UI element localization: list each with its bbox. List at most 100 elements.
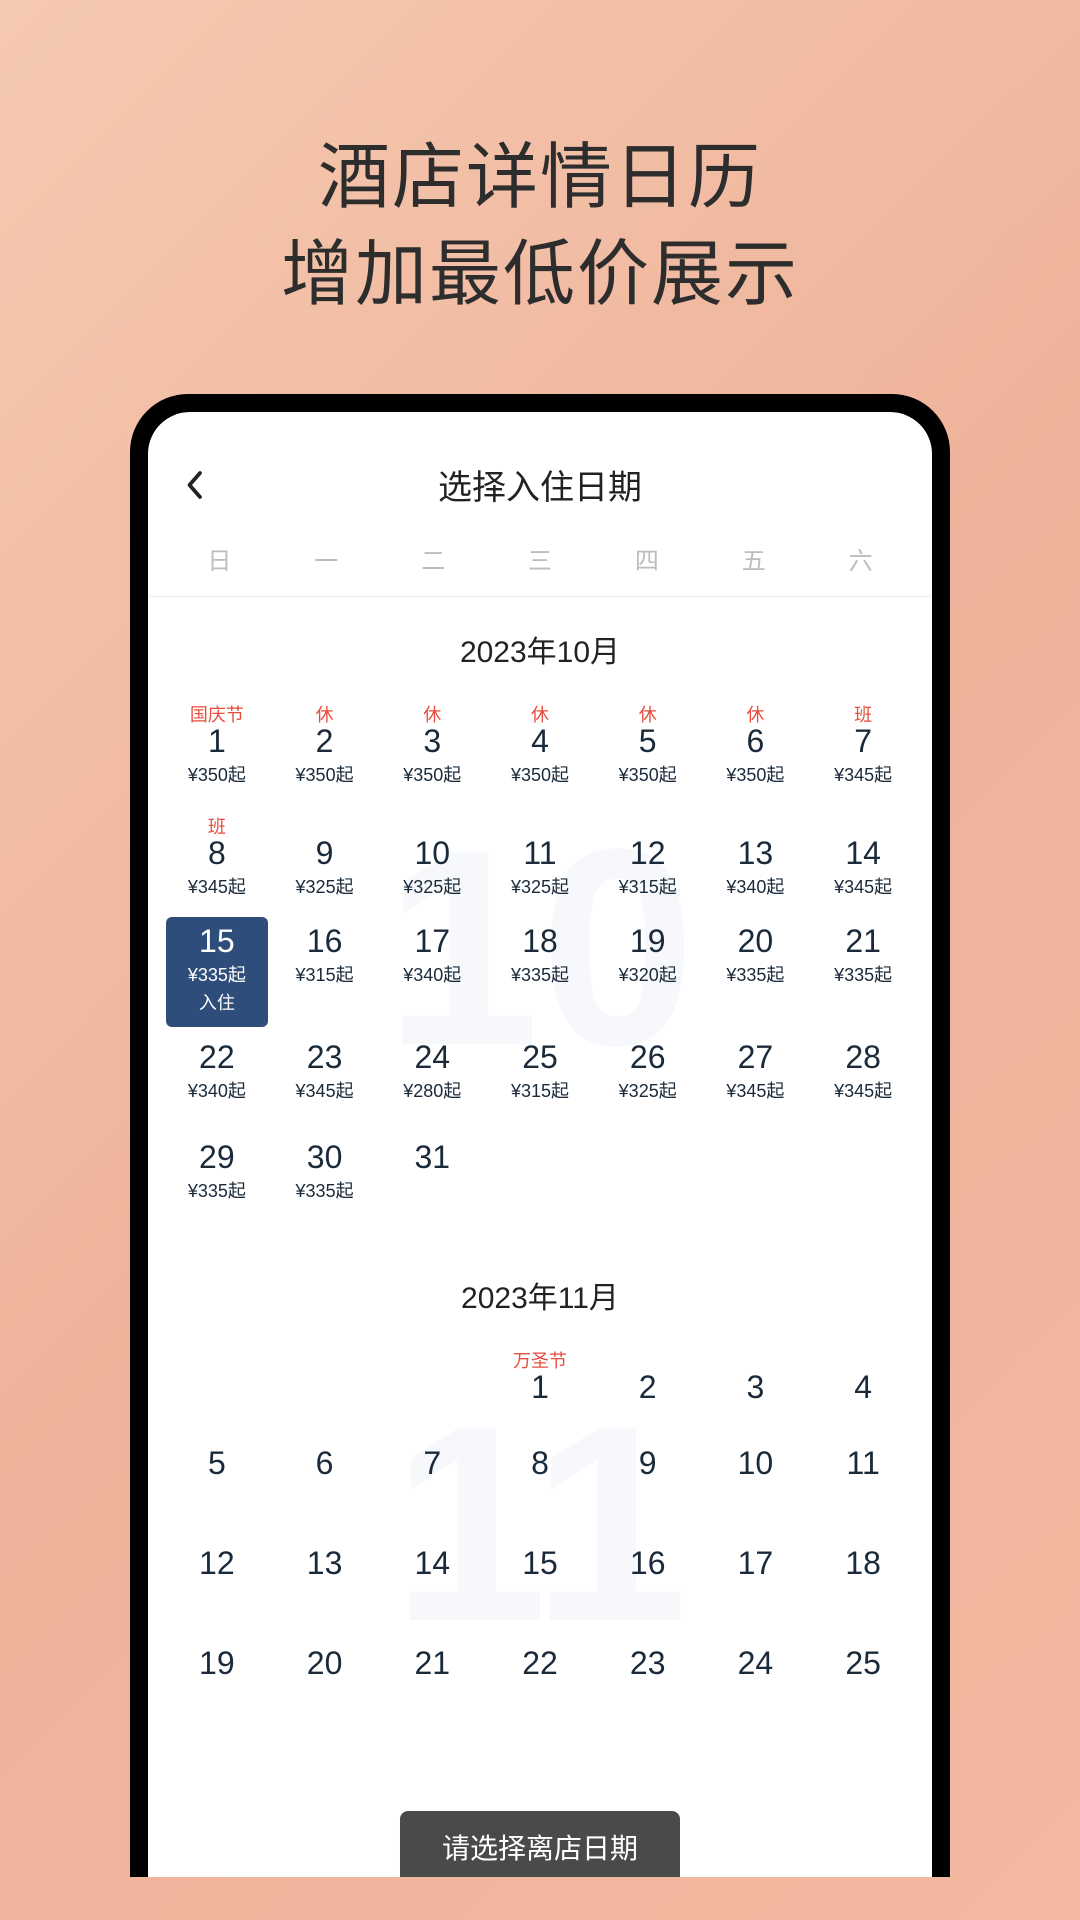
day-number: 18 (845, 1547, 881, 1579)
day-cell[interactable]: 19¥320起 (597, 917, 699, 1027)
day-cell[interactable]: .11¥325起 (489, 805, 591, 911)
day-cell[interactable]: 25¥315起 (489, 1033, 591, 1127)
day-price: ¥340起 (726, 873, 784, 899)
day-cell[interactable]: .3 (705, 1339, 807, 1433)
day-number: 31 (414, 1141, 450, 1173)
day-cell[interactable]: 6 (274, 1439, 376, 1533)
day-number: 10 (738, 1447, 774, 1479)
day-cell[interactable]: 29¥335起 (166, 1133, 268, 1227)
day-cell[interactable]: 17 (705, 1539, 807, 1633)
day-cell[interactable]: 休6¥350起 (705, 693, 807, 799)
day-cell[interactable]: 30¥335起 (274, 1133, 376, 1227)
day-cell[interactable]: 25 (812, 1639, 914, 1733)
day-number: 13 (307, 1547, 343, 1579)
day-number: 12 (199, 1547, 235, 1579)
day-cell[interactable]: 23¥345起 (274, 1033, 376, 1127)
day-cell[interactable]: .9¥325起 (274, 805, 376, 911)
day-cell[interactable]: 国庆节1¥350起 (166, 693, 268, 799)
day-cell[interactable]: 24 (705, 1639, 807, 1733)
day-cell[interactable]: .2 (597, 1339, 699, 1433)
day-number: 9 (316, 837, 334, 869)
day-cell[interactable]: 18 (812, 1539, 914, 1633)
day-cell[interactable]: 休5¥350起 (597, 693, 699, 799)
day-price: ¥345起 (726, 1077, 784, 1103)
day-cell[interactable]: 7 (381, 1439, 483, 1533)
day-cell[interactable]: 28¥345起 (812, 1033, 914, 1127)
day-cell[interactable]: 班7¥345起 (812, 693, 914, 799)
day-cell[interactable]: 12 (166, 1539, 268, 1633)
day-cell[interactable]: 15 (489, 1539, 591, 1633)
day-cell[interactable]: 21¥335起 (812, 917, 914, 1027)
day-cell[interactable]: 31 (381, 1133, 483, 1227)
day-number: 30 (307, 1141, 343, 1173)
day-price: ¥345起 (834, 761, 892, 787)
day-holiday-label: 国庆节 (190, 701, 244, 723)
day-price: ¥335起 (188, 961, 246, 987)
day-cell[interactable]: .14¥345起 (812, 805, 914, 911)
day-price: ¥315起 (511, 1077, 569, 1103)
day-cell[interactable]: 万圣节1 (489, 1339, 591, 1433)
day-cell[interactable]: .12¥315起 (597, 805, 699, 911)
day-cell[interactable]: 20¥335起 (705, 917, 807, 1027)
day-number: 17 (738, 1547, 774, 1579)
day-number: 10 (414, 837, 450, 869)
day-number: 1 (208, 725, 226, 757)
day-holiday-label: 休 (316, 701, 334, 723)
day-cell[interactable]: 22 (489, 1639, 591, 1733)
day-price: ¥335起 (834, 961, 892, 987)
day-price: ¥280起 (403, 1077, 461, 1103)
month-title: 2023年11月 (166, 1273, 914, 1317)
day-cell[interactable]: 19 (166, 1639, 268, 1733)
day-number: 4 (854, 1371, 872, 1403)
day-number: 27 (738, 1041, 774, 1073)
day-number: 22 (199, 1041, 235, 1073)
day-price: ¥345起 (296, 1077, 354, 1103)
weekday-label: 四 (593, 541, 700, 576)
day-number: 11 (847, 1447, 880, 1479)
day-cell[interactable]: 14 (381, 1539, 483, 1633)
weekday-label: 三 (487, 541, 594, 576)
day-cell[interactable]: 11 (812, 1439, 914, 1533)
day-cell[interactable]: 16 (597, 1539, 699, 1633)
day-cell[interactable]: .4 (812, 1339, 914, 1433)
day-cell[interactable]: 5 (166, 1439, 268, 1533)
day-cell[interactable]: 15¥335起入住 (166, 917, 268, 1027)
day-cell[interactable]: 20 (274, 1639, 376, 1733)
day-cell[interactable]: 18¥335起 (489, 917, 591, 1027)
day-cell[interactable]: 26¥325起 (597, 1033, 699, 1127)
day-holiday-label: 休 (746, 701, 764, 723)
day-price: ¥325起 (296, 873, 354, 899)
day-cell[interactable]: 23 (597, 1639, 699, 1733)
day-cell[interactable]: 13 (274, 1539, 376, 1633)
day-cell[interactable]: 休3¥350起 (381, 693, 483, 799)
checkin-label: 入住 (199, 989, 235, 1015)
day-cell[interactable]: .10¥325起 (381, 805, 483, 911)
weekday-row: 日一二三四五六 (148, 533, 932, 597)
day-cell[interactable]: 17¥340起 (381, 917, 483, 1027)
day-cell[interactable]: 21 (381, 1639, 483, 1733)
promo-line-1: 酒店详情日历 (0, 130, 1080, 227)
day-cell[interactable]: 休2¥350起 (274, 693, 376, 799)
day-cell[interactable]: 8 (489, 1439, 591, 1533)
day-number: 2 (639, 1371, 657, 1403)
day-cell[interactable]: 班8¥345起 (166, 805, 268, 911)
day-cell[interactable]: 9 (597, 1439, 699, 1533)
day-price: ¥350起 (511, 761, 569, 787)
phone-frame: 选择入住日期 日一二三四五六 102023年10月国庆节1¥350起休2¥350… (130, 394, 950, 1877)
back-button[interactable] (176, 467, 212, 503)
day-cell[interactable]: 22¥340起 (166, 1033, 268, 1127)
day-number: 1 (531, 1371, 549, 1403)
day-price: ¥350起 (296, 761, 354, 787)
day-price: ¥335起 (726, 961, 784, 987)
day-number: 24 (738, 1647, 774, 1679)
day-cell[interactable]: .13¥340起 (705, 805, 807, 911)
day-cell[interactable]: 24¥280起 (381, 1033, 483, 1127)
day-number: 8 (208, 837, 226, 869)
promo-heading: 酒店详情日历 增加最低价展示 (0, 0, 1080, 394)
day-cell[interactable]: 10 (705, 1439, 807, 1533)
day-cell[interactable]: 16¥315起 (274, 917, 376, 1027)
day-price: ¥350起 (619, 761, 677, 787)
day-holiday-label: 休 (423, 701, 441, 723)
day-cell[interactable]: 27 ¥345起 (705, 1033, 807, 1127)
day-cell[interactable]: 休4¥350起 (489, 693, 591, 799)
